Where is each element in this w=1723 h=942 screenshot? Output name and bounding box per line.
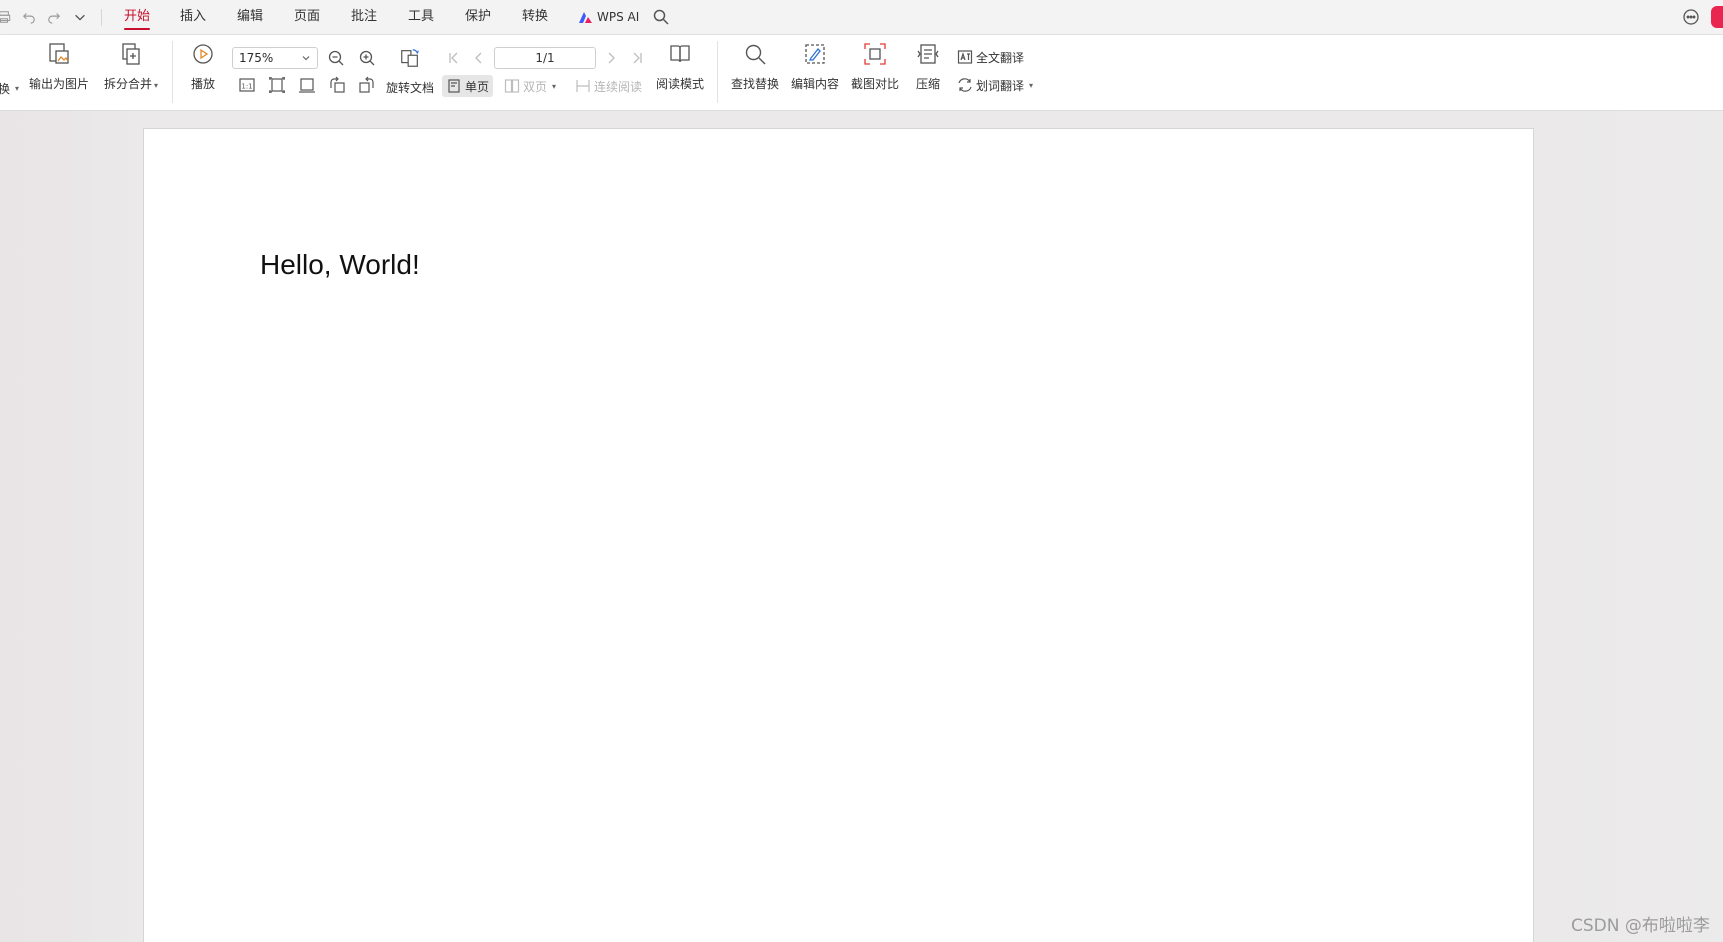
- tab-home[interactable]: 开始: [124, 0, 151, 34]
- rotate-document-icon[interactable]: [398, 46, 422, 70]
- wps-ai-logo-icon: [579, 11, 592, 23]
- first-page-icon[interactable]: [444, 48, 464, 68]
- next-page-icon[interactable]: [601, 48, 621, 68]
- undo-icon[interactable]: [20, 0, 38, 34]
- document-text[interactable]: Hello, World!: [260, 249, 420, 281]
- export-image-icon: [46, 41, 72, 67]
- tab-convert[interactable]: 转换: [522, 0, 548, 34]
- split-merge-button[interactable]: 拆分合并 ▾: [100, 41, 162, 101]
- more-chevron-icon[interactable]: [72, 0, 88, 34]
- word-translate-icon: [958, 78, 972, 92]
- play-button[interactable]: 播放: [188, 41, 218, 101]
- tab-edit[interactable]: 编辑: [237, 0, 263, 34]
- zoom-out-icon[interactable]: [326, 48, 346, 68]
- top-tab-bar: 开始 插入 编辑 页面 批注 工具 保护 转换 WPS AI: [0, 0, 1723, 35]
- play-label: 播放: [190, 77, 215, 91]
- chat-bubble-icon[interactable]: [1681, 7, 1701, 27]
- search-icon[interactable]: [652, 8, 670, 26]
- rotate-document-label: 旋转文档: [386, 80, 435, 95]
- edit-content-label: 编辑内容: [790, 77, 839, 91]
- page-number-input[interactable]: 1/1: [494, 47, 596, 69]
- find-replace-label: 查找替换: [730, 77, 779, 91]
- search-icon: [742, 41, 768, 67]
- tab-page[interactable]: 页面: [294, 0, 320, 34]
- last-page-icon[interactable]: [627, 48, 647, 68]
- continuous-read-button[interactable]: 连续阅读: [575, 75, 642, 97]
- rotate-document-button[interactable]: 旋转文档: [386, 76, 434, 98]
- chevron-down-icon: ▾: [552, 81, 557, 91]
- tab-tools[interactable]: 工具: [408, 0, 434, 34]
- fit-page-icon[interactable]: [267, 75, 287, 95]
- prev-page-icon[interactable]: [469, 48, 489, 68]
- rotate-right-icon[interactable]: [357, 75, 377, 95]
- edit-content-icon: [802, 41, 828, 67]
- zoom-value: 175%: [239, 51, 274, 65]
- compress-button[interactable]: 压缩: [913, 41, 943, 101]
- rotate-left-icon[interactable]: [327, 75, 347, 95]
- full-translate-button[interactable]: 全文翻译: [957, 46, 1024, 68]
- divider: [101, 9, 102, 26]
- print-icon[interactable]: [0, 0, 12, 34]
- compress-icon: [915, 41, 941, 67]
- convert-partial-label: 换: [0, 81, 11, 96]
- redo-icon[interactable]: [45, 0, 63, 34]
- play-icon: [190, 41, 216, 67]
- fit-width-icon[interactable]: [297, 75, 317, 95]
- zoom-in-icon[interactable]: [357, 48, 377, 68]
- translate-icon: [957, 50, 973, 64]
- double-page-icon: [504, 79, 520, 93]
- word-translate-button[interactable]: 划词翻译 ▾: [957, 74, 1033, 96]
- wps-ai-label: WPS AI: [597, 10, 640, 24]
- full-translate-label: 全文翻译: [976, 50, 1025, 65]
- double-page-label: 双页: [523, 79, 548, 94]
- single-page-icon: [448, 79, 460, 93]
- document-page[interactable]: Hello, World!: [143, 128, 1534, 942]
- split-merge-icon: [118, 41, 144, 67]
- find-replace-button[interactable]: 查找替换: [730, 41, 780, 101]
- group-divider: [172, 41, 173, 103]
- word-translate-label: 划词翻译: [976, 78, 1025, 93]
- continuous-read-label: 连续阅读: [594, 79, 643, 94]
- single-page-label: 单页: [465, 79, 490, 94]
- book-icon: [667, 41, 693, 67]
- edit-content-button[interactable]: 编辑内容: [790, 41, 840, 101]
- chevron-down-icon: ▾: [15, 83, 20, 93]
- export-image-label: 输出为图片: [28, 77, 89, 91]
- tab-wps-ai[interactable]: WPS AI: [578, 0, 639, 34]
- actual-size-icon[interactable]: 1:1: [237, 75, 257, 95]
- zoom-select[interactable]: 175%: [232, 47, 318, 69]
- split-merge-label: 拆分合并: [103, 77, 152, 91]
- user-avatar[interactable]: [1711, 6, 1723, 28]
- single-page-button[interactable]: 单页: [442, 75, 494, 97]
- chevron-down-icon: ▾: [154, 81, 159, 90]
- tab-comment[interactable]: 批注: [351, 0, 377, 34]
- export-image-button[interactable]: 输出为图片: [28, 41, 90, 101]
- tab-protect[interactable]: 保护: [465, 0, 491, 34]
- screenshot-compare-label: 截图对比: [850, 77, 899, 91]
- convert-partial-button[interactable]: 换 ▾: [0, 77, 19, 99]
- screenshot-compare-button[interactable]: 截图对比: [850, 41, 900, 101]
- reading-mode-button[interactable]: 阅读模式: [655, 41, 705, 101]
- svg-text:1:1: 1:1: [241, 83, 252, 91]
- double-page-button[interactable]: 双页 ▾: [504, 75, 556, 97]
- reading-mode-label: 阅读模式: [655, 77, 704, 91]
- group-divider: [717, 41, 718, 103]
- continuous-read-icon: [576, 80, 590, 92]
- tab-insert[interactable]: 插入: [180, 0, 206, 34]
- ribbon-toolbar: 换 ▾ 输出为图片 拆分合并 ▾ 播放 175% 1:1 旋转文档 单页 双页 …: [0, 35, 1723, 111]
- chevron-down-icon: [302, 56, 310, 61]
- watermark: CSDN @布啦啦李: [1571, 916, 1710, 936]
- chevron-down-icon: ▾: [1029, 80, 1034, 90]
- compress-label: 压缩: [915, 77, 940, 91]
- screenshot-compare-icon: [862, 41, 888, 67]
